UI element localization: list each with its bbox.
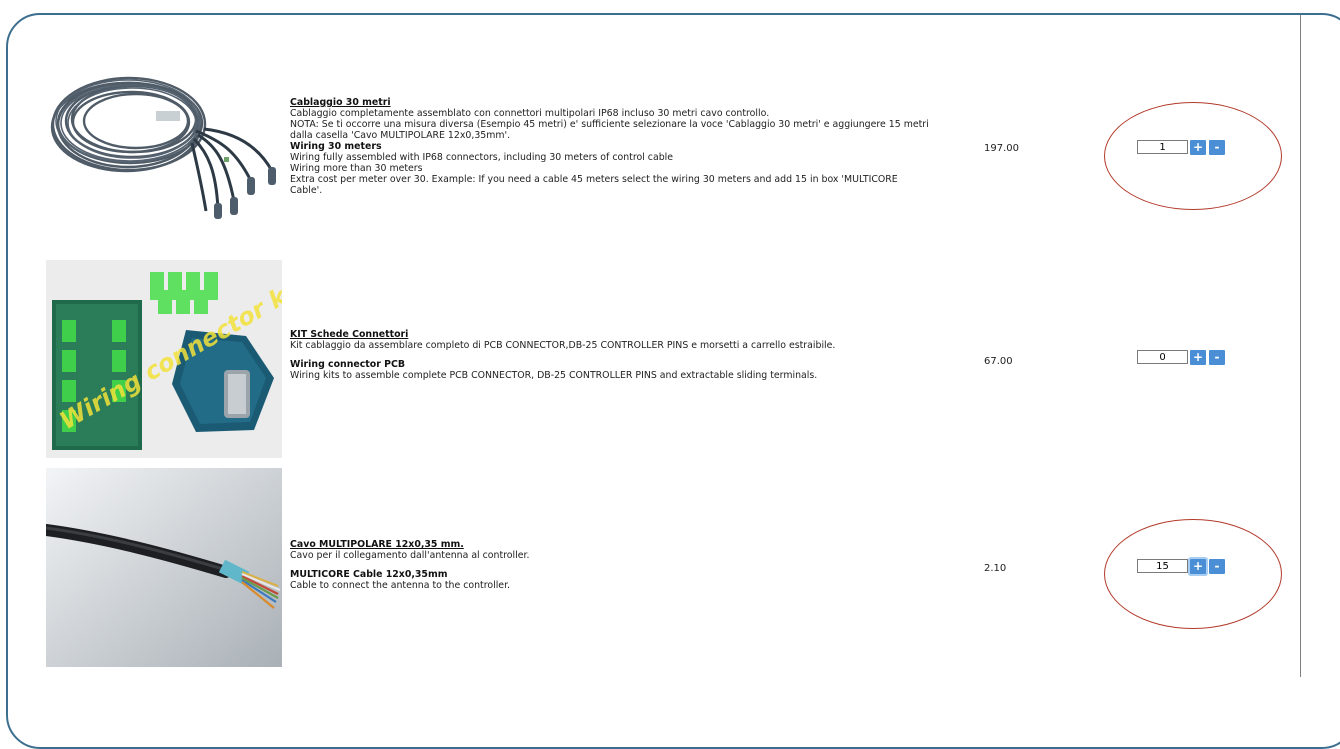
page-scrollbar-divider bbox=[1300, 15, 1301, 677]
product-desc-en-1: Wiring fully assembled with IP68 connect… bbox=[290, 152, 674, 163]
product-description: Cavo MULTIPOLARE 12x0,35 mm. Cavo per il… bbox=[290, 539, 930, 591]
product-price: 197.00 bbox=[984, 143, 1019, 154]
annotation-ellipse bbox=[1104, 519, 1282, 629]
product-desc-it: Kit cablaggio da assemblare completo di … bbox=[290, 340, 836, 351]
product-desc-it: Cablaggio completamente assemblato con c… bbox=[290, 108, 770, 119]
annotation-ellipse bbox=[1104, 102, 1282, 210]
product-title-en: Wiring connector PCB bbox=[290, 359, 406, 370]
product-desc-en-2: Wiring more than 30 meters bbox=[290, 163, 423, 174]
product-note-it: NOTA: Se ti occorre una misura diversa (… bbox=[290, 119, 929, 141]
multicore-cable-photo-icon bbox=[46, 468, 282, 667]
product-price: 67.00 bbox=[984, 356, 1013, 367]
product-title-en: Wiring 30 meters bbox=[290, 141, 382, 152]
product-title-it[interactable]: Cablaggio 30 metri bbox=[290, 97, 930, 108]
product-desc-en: Wiring kits to assemble complete PCB CON… bbox=[290, 370, 818, 381]
product-description: Cablaggio 30 metri Cablaggio completamen… bbox=[290, 97, 930, 196]
product-desc-en: Cable to connect the antenna to the cont… bbox=[290, 580, 511, 591]
product-description: KIT Schede Connettori Kit cablaggio da a… bbox=[290, 329, 930, 381]
product-desc-en-3: Extra cost per meter over 30. Example: I… bbox=[290, 174, 898, 196]
quantity-minus-button[interactable]: - bbox=[1209, 350, 1225, 365]
product-title-it[interactable]: Cavo MULTIPOLARE 12x0,35 mm. bbox=[290, 539, 930, 550]
wiring-connector-kit-photo-icon: Wiring connector kit bbox=[46, 260, 282, 458]
product-title-en: MULTICORE Cable 12x0,35mm bbox=[290, 569, 448, 580]
product-desc-it: Cavo per il collegamento dall'antenna al… bbox=[290, 550, 530, 561]
product-title-it[interactable]: KIT Schede Connettori bbox=[290, 329, 930, 340]
quantity-input[interactable] bbox=[1137, 350, 1188, 364]
product-price: 2.10 bbox=[984, 563, 1007, 574]
quantity-plus-button[interactable]: + bbox=[1190, 350, 1206, 365]
coiled-cable-photo-icon bbox=[46, 61, 282, 221]
